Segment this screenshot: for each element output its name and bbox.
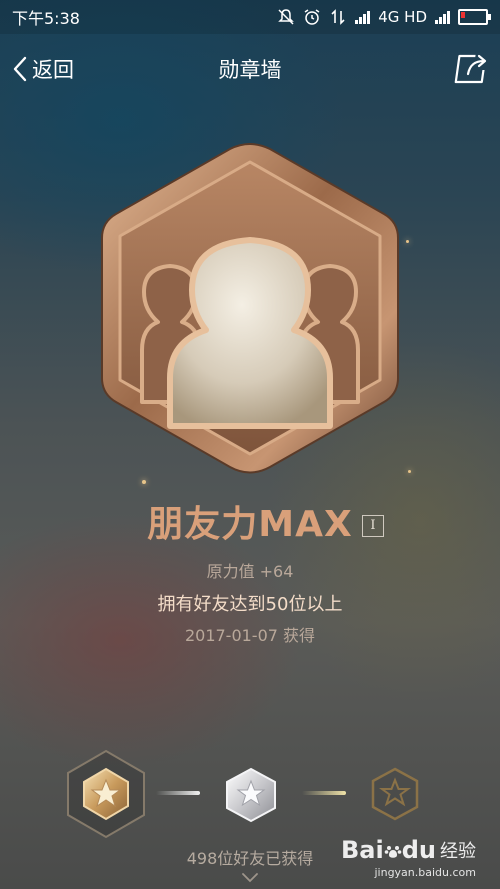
obtained-date: 2017-01-07 获得: [184, 626, 316, 645]
back-label: 返回: [32, 58, 74, 82]
mute-icon: [278, 9, 295, 25]
sparkle: [142, 480, 146, 484]
chevron-down-icon[interactable]: [240, 872, 260, 884]
back-button[interactable]: 返回: [12, 54, 74, 84]
level-connector: [302, 791, 346, 795]
gold-star-badge-icon[interactable]: [65, 749, 147, 839]
friends-badge-icon[interactable]: [98, 140, 402, 476]
nav-bar: 返回 勋章墙: [0, 34, 500, 104]
badge-level-selector: [0, 745, 500, 845]
badge-level-indicator: I: [362, 515, 384, 537]
watermark-logo: Bai du: [341, 836, 436, 864]
network-type: 4G HD: [378, 8, 427, 26]
silver-star-badge-icon[interactable]: [224, 767, 278, 823]
level-connector: [156, 791, 200, 795]
data-transfer-icon: [331, 9, 345, 25]
bronze-star-badge-outline-icon[interactable]: [370, 767, 420, 821]
page-title: 勋章墙: [218, 58, 282, 82]
sparkle: [406, 240, 409, 243]
power-value: 原力值 +64: [206, 562, 294, 581]
alarm-icon: [304, 9, 320, 25]
battery-icon: [458, 9, 491, 25]
watermark-url: jingyan.baidu.com: [374, 866, 476, 879]
share-icon[interactable]: [452, 52, 488, 86]
status-icons: 4G HD: [277, 8, 491, 26]
sparkle: [408, 470, 411, 473]
signal-icon-2: [435, 10, 450, 24]
watermark-text: 经验: [440, 841, 476, 862]
baidu-watermark: Bai du 经验: [341, 836, 476, 864]
paw-icon: [384, 846, 402, 858]
chevron-left-icon: [13, 56, 27, 82]
badge-description: 拥有好友达到50位以上: [157, 594, 343, 615]
status-bar: 下午5:38 4G HD: [0, 0, 500, 34]
signal-icon: [355, 10, 371, 24]
status-time: 下午5:38: [12, 9, 80, 28]
badge-name: 朋友力MAX: [147, 504, 353, 545]
